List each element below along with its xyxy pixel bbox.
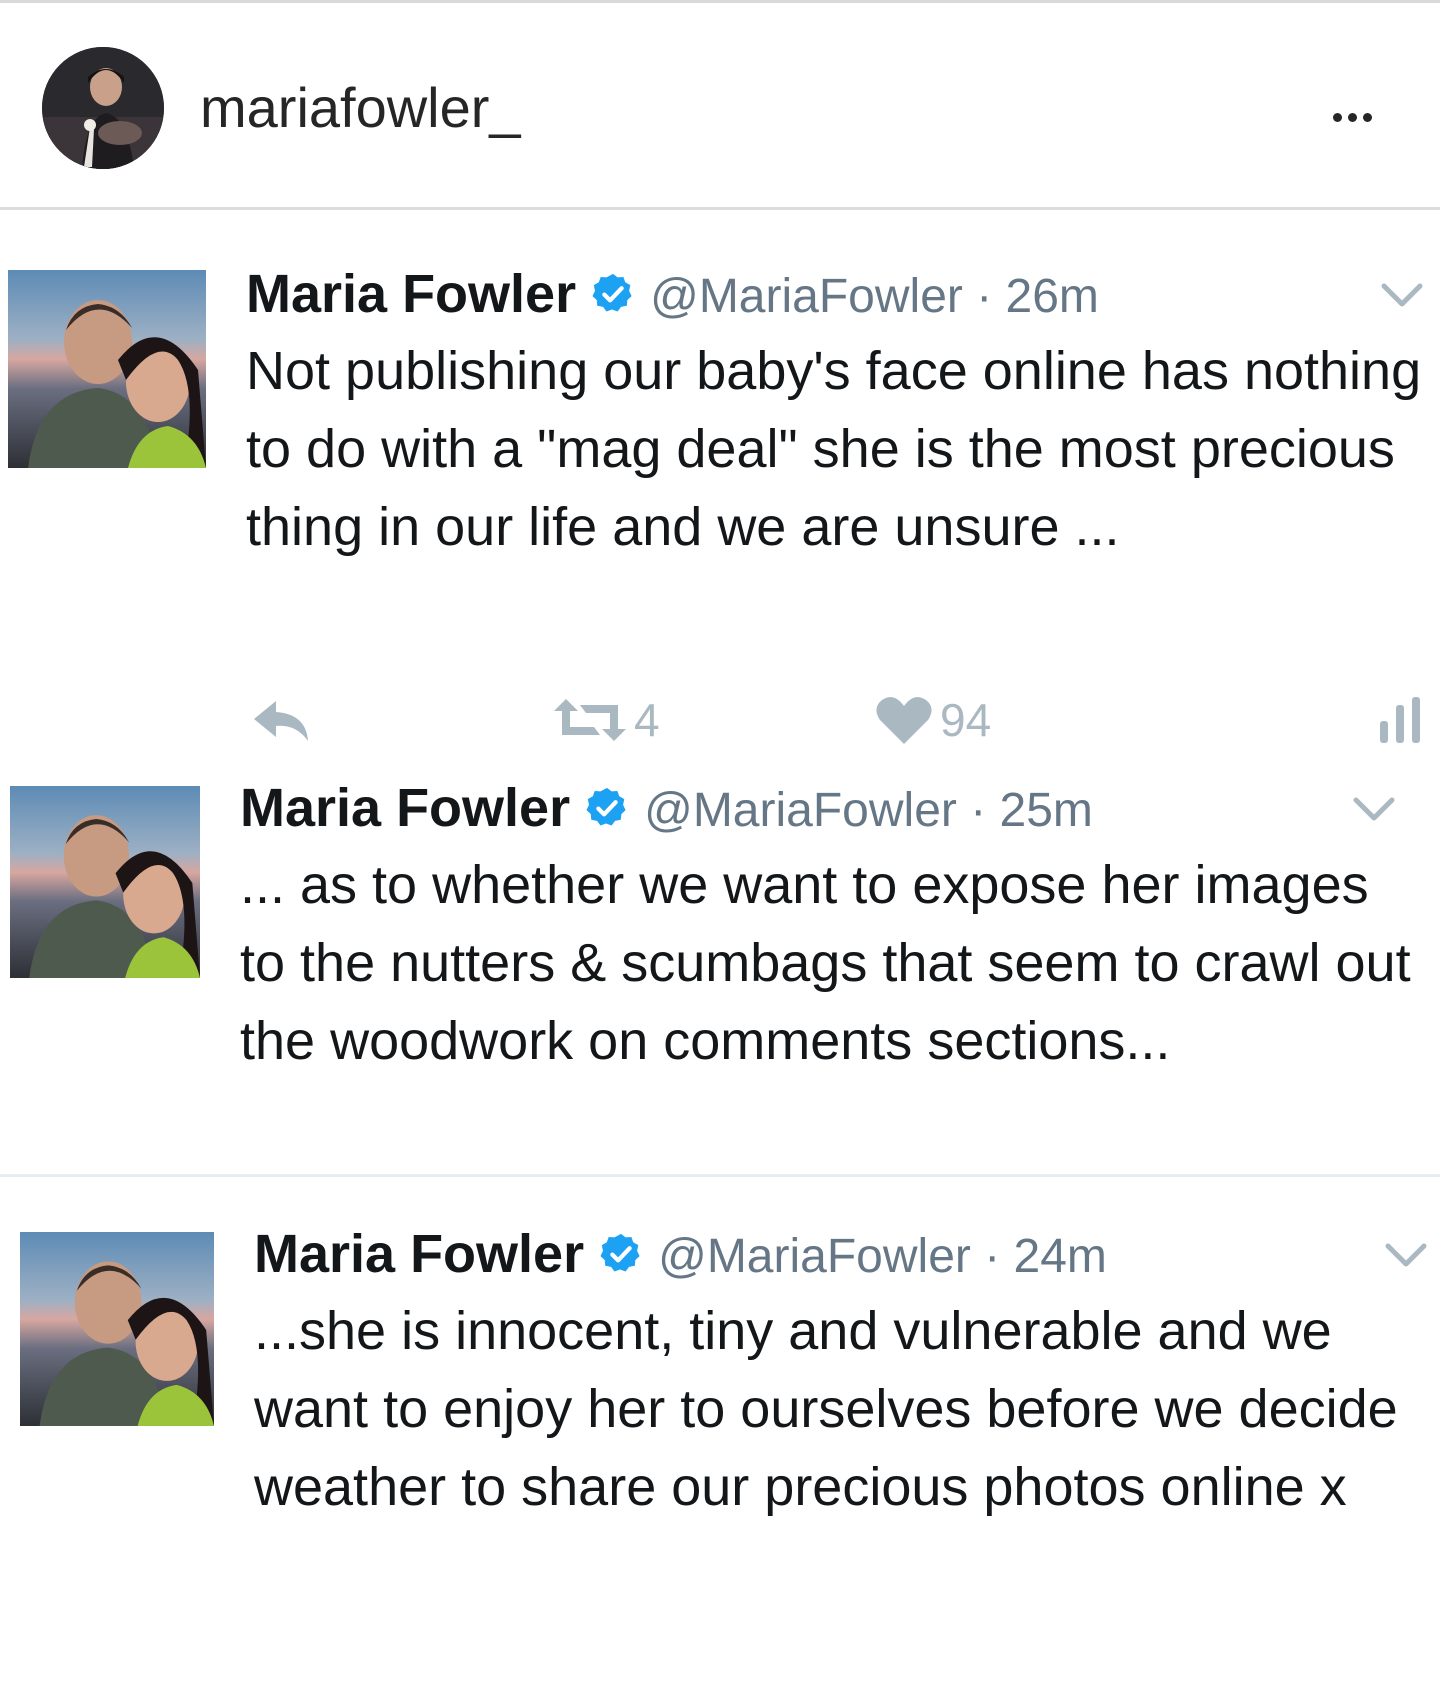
tweet-actions: 4 94 [0,690,1440,750]
chevron-down-icon[interactable] [1384,1242,1428,1268]
couple-photo [20,1232,214,1426]
like-count: 94 [940,694,992,746]
retweet-icon [554,699,626,741]
tweet-avatar[interactable] [10,786,200,978]
author-handle-time[interactable]: @MariaFowler · 25m [644,784,1093,837]
reply-button[interactable] [248,690,314,750]
chevron-down-icon[interactable] [1380,282,1424,308]
verified-badge-icon [586,787,626,826]
reply-icon [254,701,308,741]
tweet-text: ... as to whether we want to expose her … [240,855,1411,1071]
post-header: mariafowler_ [0,0,1440,210]
verified-badge-icon [600,1233,640,1272]
couple-photo [10,786,200,978]
retweet-count: 4 [634,694,660,746]
profile-avatar[interactable] [42,47,164,169]
heart-icon [876,697,932,744]
tweet-author[interactable]: Maria Fowler @MariaFowler · 25m [240,776,1093,843]
tweet-avatar[interactable] [8,270,206,468]
analytics-icon [1380,697,1420,743]
tweet-avatar[interactable] [20,1232,214,1426]
tweet-author[interactable]: Maria Fowler @MariaFowler · 24m [254,1222,1107,1289]
couple-photo [8,270,206,468]
author-name[interactable]: Maria Fowler [240,778,570,838]
analytics-button[interactable] [1378,690,1424,750]
tweet-author[interactable]: Maria Fowler @MariaFowler · 26m [246,262,1099,329]
author-handle-time[interactable]: @MariaFowler · 26m [650,270,1099,323]
more-horizontal-icon[interactable] [1322,89,1382,129]
avatar-photo [42,47,164,169]
author-handle-time[interactable]: @MariaFowler · 24m [658,1230,1107,1283]
verified-badge-icon [592,273,632,312]
chevron-down-icon[interactable] [1352,796,1396,822]
tweet-text: Not publishing our baby's face online ha… [246,341,1422,557]
retweet-button[interactable]: 4 [552,690,660,750]
tweet-text: ...she is innocent, tiny and vulnerable … [254,1301,1398,1517]
author-name[interactable]: Maria Fowler [246,264,576,324]
like-button[interactable]: 94 [874,690,991,750]
post-username[interactable]: mariafowler_ [200,73,521,143]
author-name[interactable]: Maria Fowler [254,1224,584,1284]
divider [0,1174,1440,1177]
